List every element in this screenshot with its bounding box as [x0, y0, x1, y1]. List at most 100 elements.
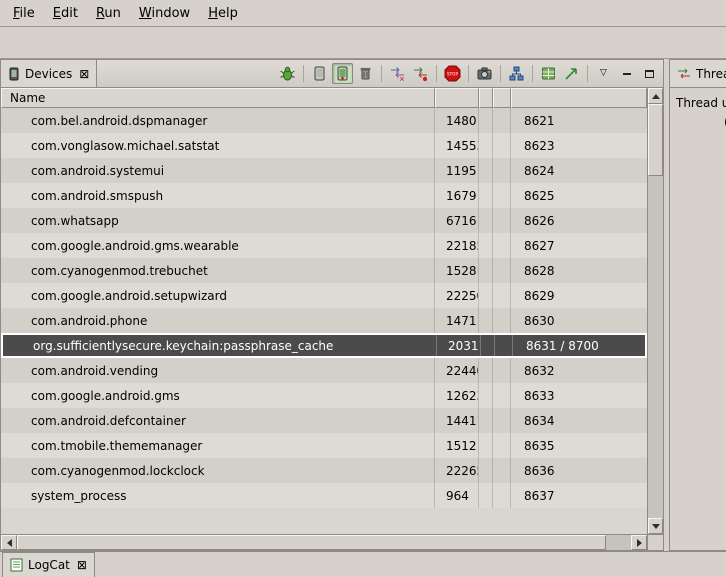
table-row[interactable]: com.cyanogenmod.trebuchet 1528 8628 — [1, 258, 647, 283]
table-row-selected[interactable]: org.sufficientlysecure.keychain:passphra… — [1, 333, 647, 358]
devices-toolbar: ✕ STOP — [277, 60, 663, 87]
tab-threads-label: Threads — [696, 67, 726, 81]
vertical-scrollbar[interactable] — [647, 88, 663, 550]
ddms-window: File Edit Run Window Help Devices ⊠ — [0, 0, 726, 577]
tab-logcat[interactable]: LogCat ⊠ — [2, 552, 95, 577]
process-port: 8631 / 8700 — [513, 335, 645, 356]
minimize-icon[interactable] — [616, 63, 637, 84]
table-row[interactable]: com.vonglasow.michael.satstat 14553 8623 — [1, 133, 647, 158]
menu-help[interactable]: Help — [199, 2, 247, 25]
tab-threads[interactable]: Threads — [670, 60, 726, 87]
heap-dump-icon[interactable] — [332, 63, 353, 84]
process-pid: 964 — [435, 483, 479, 508]
process-pid: 22440 — [435, 358, 479, 383]
vscroll-thumb[interactable] — [648, 104, 663, 176]
view-menu-icon[interactable]: ▽ — [593, 63, 614, 84]
stop-process-icon[interactable]: STOP — [442, 63, 463, 84]
debug-attach-icon[interactable] — [277, 63, 298, 84]
screen-capture-icon[interactable] — [474, 63, 495, 84]
close-icon[interactable]: ⊠ — [79, 68, 89, 80]
toolbar-separator — [303, 65, 304, 82]
toolbar-separator — [500, 65, 501, 82]
scroll-down-icon[interactable] — [648, 518, 663, 534]
close-icon[interactable]: ⊠ — [77, 559, 87, 571]
process-port: 8629 — [511, 283, 647, 308]
column-header-threads[interactable] — [493, 88, 511, 108]
menubar: File Edit Run Window Help — [0, 0, 726, 27]
svg-text:✕: ✕ — [399, 76, 405, 83]
process-port: 8633 — [511, 383, 647, 408]
process-name: com.cyanogenmod.trebuchet — [1, 258, 435, 283]
capture-system-state-icon[interactable] — [538, 63, 559, 84]
process-name: com.google.android.gms.wearable — [1, 233, 435, 258]
tab-logcat-label: LogCat — [28, 558, 70, 572]
process-port: 8623 — [511, 133, 647, 158]
process-pid: 22185 — [435, 233, 479, 258]
process-name: com.google.android.setupwizard — [1, 283, 435, 308]
process-port: 8621 — [511, 108, 647, 133]
process-pid: 1195 — [435, 158, 479, 183]
update-threads-icon[interactable]: ✕ — [387, 63, 408, 84]
process-pid: 1679 — [435, 183, 479, 208]
table-row[interactable]: com.tmobile.thememanager 1512 8635 — [1, 433, 647, 458]
table-header: Name — [1, 88, 647, 108]
hscroll-thumb[interactable] — [17, 535, 606, 550]
process-name: org.sufficientlysecure.keychain:passphra… — [3, 335, 437, 356]
threads-message: Thread up ( — [670, 88, 726, 550]
menu-window[interactable]: Window — [130, 2, 199, 25]
table-row[interactable]: com.cyanogenmod.lockclock 22265 8636 — [1, 458, 647, 483]
horizontal-scrollbar[interactable] — [1, 534, 647, 550]
table-row[interactable]: com.android.defcontainer 14411 8634 — [1, 408, 647, 433]
table-row[interactable]: com.android.vending 22440 8632 — [1, 358, 647, 383]
toolbar-separator — [532, 65, 533, 82]
table-row[interactable]: com.android.systemui 1195 8624 — [1, 158, 647, 183]
process-name: com.android.systemui — [1, 158, 435, 183]
menu-file[interactable]: File — [4, 2, 44, 25]
toolbar-separator — [468, 65, 469, 82]
devices-table: Name com.bel.android.dspmanager 1480 862… — [1, 88, 663, 550]
table-row[interactable]: com.bel.android.dspmanager 1480 8621 — [1, 108, 647, 133]
cause-gc-icon[interactable] — [355, 63, 376, 84]
main-area: Devices ⊠ — [0, 59, 726, 551]
menu-edit[interactable]: Edit — [44, 2, 87, 25]
table-row[interactable]: com.google.android.gms 12623 8633 — [1, 383, 647, 408]
process-port: 8626 — [511, 208, 647, 233]
table-row[interactable]: com.android.smspush 1679 8625 — [1, 183, 647, 208]
scrollbar-corner — [648, 534, 663, 550]
view-hierarchy-icon[interactable] — [506, 63, 527, 84]
process-name: com.cyanogenmod.lockclock — [1, 458, 435, 483]
process-pid: 20311 — [437, 335, 481, 356]
column-header-name[interactable]: Name — [1, 88, 435, 108]
menu-run[interactable]: Run — [87, 2, 130, 25]
table-row[interactable]: com.google.android.setupwizard 22250 862… — [1, 283, 647, 308]
maximize-icon[interactable] — [639, 63, 660, 84]
tab-devices[interactable]: Devices ⊠ — [1, 60, 97, 87]
table-row[interactable]: com.whatsapp 6716 8626 — [1, 208, 647, 233]
start-profiling-icon[interactable] — [561, 63, 582, 84]
process-name: com.whatsapp — [1, 208, 435, 233]
process-pid: 1480 — [435, 108, 479, 133]
column-header-heap[interactable] — [479, 88, 493, 108]
process-name: com.android.smspush — [1, 183, 435, 208]
process-pid: 6716 — [435, 208, 479, 233]
table-row[interactable]: system_process 964 8637 — [1, 483, 647, 508]
column-header-port[interactable] — [511, 88, 647, 108]
column-header-pid[interactable] — [435, 88, 479, 108]
process-pid: 12623 — [435, 383, 479, 408]
process-port: 8624 — [511, 158, 647, 183]
process-name: com.vonglasow.michael.satstat — [1, 133, 435, 158]
tab-devices-label: Devices — [25, 67, 72, 81]
table-row[interactable]: com.android.phone 1471 8630 — [1, 308, 647, 333]
scroll-left-icon[interactable] — [1, 535, 17, 550]
process-pid: 1471 — [435, 308, 479, 333]
scroll-right-icon[interactable] — [631, 535, 647, 550]
main-toolbar — [0, 27, 726, 59]
method-profiling-icon[interactable] — [410, 63, 431, 84]
process-name: com.android.vending — [1, 358, 435, 383]
toolbar-separator — [436, 65, 437, 82]
process-pid: 14411 — [435, 408, 479, 433]
toolbar-separator — [381, 65, 382, 82]
update-heap-icon[interactable] — [309, 63, 330, 84]
table-row[interactable]: com.google.android.gms.wearable 22185 86… — [1, 233, 647, 258]
scroll-up-icon[interactable] — [648, 88, 663, 104]
